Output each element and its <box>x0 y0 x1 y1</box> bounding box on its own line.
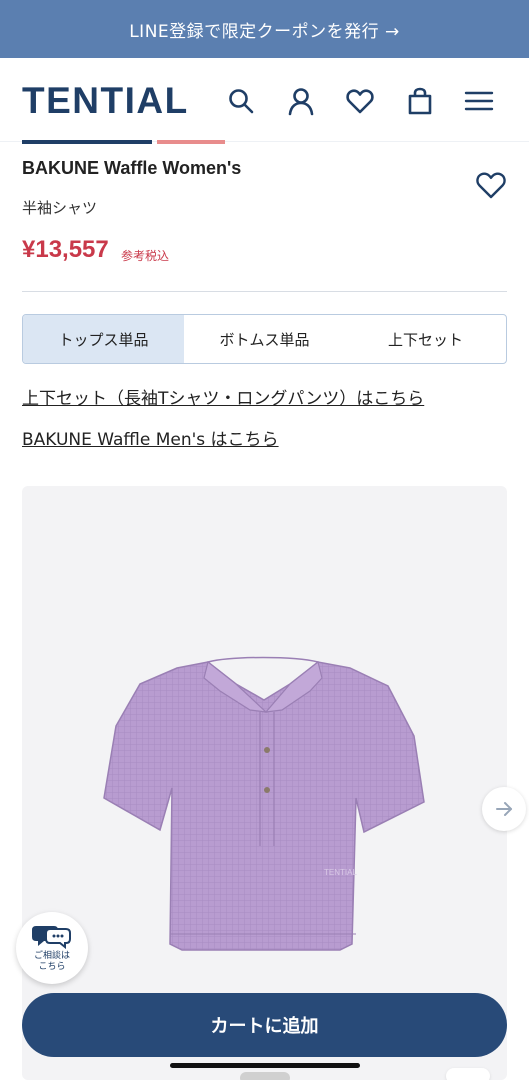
favorite-heart-icon[interactable] <box>474 168 508 202</box>
consultation-label: ご相談は こちら <box>33 950 70 972</box>
tab-top-bottom-set[interactable]: 上下セット <box>345 315 506 363</box>
tab-bottoms-only[interactable]: ボトムス単品 <box>184 315 345 363</box>
tab-label: 上下セット <box>387 330 463 349</box>
gallery-indicator <box>240 1072 290 1080</box>
long-sleeve-set-link[interactable]: 上下セット（長袖Tシャツ・ロングパンツ）はこちら <box>22 384 424 409</box>
tential-logo[interactable]: TENTIAL <box>22 82 189 119</box>
add-to-cart-button[interactable]: カートに追加 <box>22 993 507 1057</box>
product-subtitle: 半袖シャツ <box>22 199 98 217</box>
chat-bubble-icon <box>32 925 71 949</box>
product-image-gallery[interactable]: TENTIAL <box>22 486 507 1080</box>
account-icon[interactable] <box>284 84 318 118</box>
site-header: TENTIAL <box>0 58 529 142</box>
variant-tabs: トップス単品 ボトムス単品 上下セット <box>22 314 507 364</box>
line-coupon-banner[interactable]: LINE登録で限定クーポンを発行 → <box>0 0 529 58</box>
menu-icon[interactable] <box>462 84 496 118</box>
section-divider <box>22 291 507 292</box>
line-coupon-banner-text: LINE登録で限定クーポンを発行 → <box>129 21 400 42</box>
product-price: ¥13,557 <box>22 236 109 263</box>
bag-icon[interactable] <box>403 84 437 118</box>
mens-product-link[interactable]: BAKUNE Waffle Men's はこちら <box>22 425 279 450</box>
logo-underline-red <box>157 140 225 144</box>
shirt-brand-print: TENTIAL <box>324 868 357 877</box>
product-image-shirt: TENTIAL <box>103 656 425 951</box>
tab-label: トップス単品 <box>58 330 149 349</box>
heart-icon[interactable] <box>343 84 377 118</box>
add-to-cart-label: カートに追加 <box>210 1016 319 1037</box>
home-indicator <box>170 1063 360 1068</box>
logo-underline-blue <box>22 140 152 144</box>
consultation-button[interactable]: ご相談は こちら <box>16 912 88 984</box>
tab-tops-only[interactable]: トップス単品 <box>23 315 184 363</box>
arrow-right-icon <box>496 802 512 816</box>
price-tax-note: 参考税込 <box>121 249 170 263</box>
gallery-next-button[interactable] <box>482 787 526 831</box>
search-icon[interactable] <box>224 84 258 118</box>
floating-control <box>446 1068 490 1080</box>
product-title: BAKUNE Waffle Women's <box>22 158 242 178</box>
tab-label: ボトムス単品 <box>219 330 310 349</box>
